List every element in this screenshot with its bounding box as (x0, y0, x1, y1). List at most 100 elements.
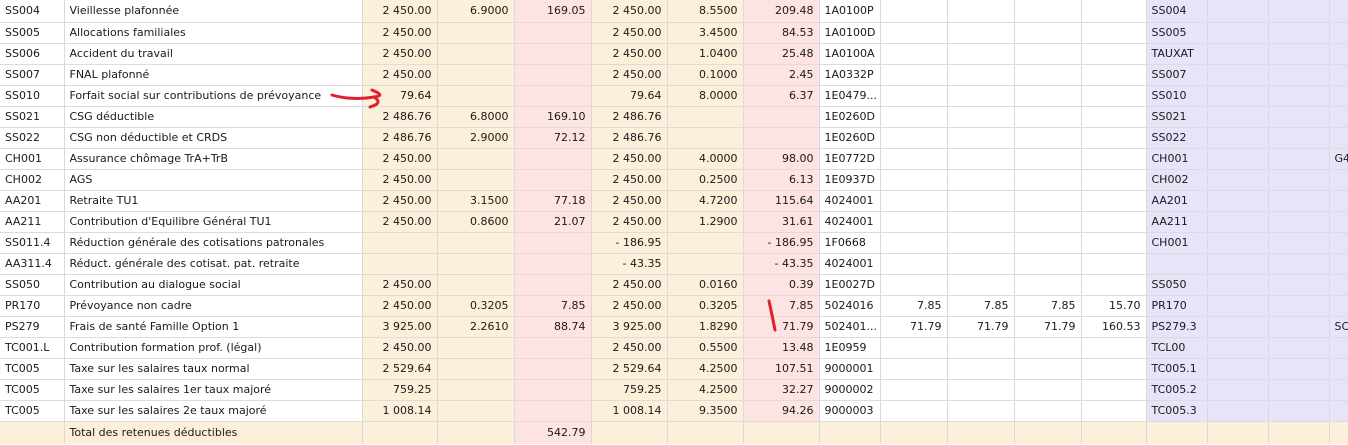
table-row[interactable]: SS022 CSG non déductible et CRDS 2 486.76 2… (0, 127, 1348, 149)
cell-taux1[interactable] (437, 274, 515, 296)
cell-mont1[interactable] (514, 274, 592, 296)
cell-base2[interactable]: 2 450.00 (591, 22, 668, 44)
cell-ref[interactable]: 4024001 (819, 253, 881, 275)
cell-ref[interactable]: 5024016 (819, 295, 881, 317)
cell-mont2[interactable]: 98.00 (743, 148, 820, 170)
cell-x3[interactable] (1014, 43, 1082, 65)
cell-r3[interactable]: SCONTC... (1329, 316, 1348, 338)
table-row[interactable]: SS011.4 Réduction générale des cotisation… (0, 232, 1348, 254)
cell-r2[interactable] (1268, 211, 1330, 233)
cell-label[interactable]: Taxe sur les salaires 1er taux majoré (64, 379, 363, 401)
cell-taux2[interactable] (667, 253, 744, 275)
cell-base2[interactable]: 2 486.76 (591, 106, 668, 128)
cell-mont1[interactable]: 7.85 (514, 295, 592, 317)
cell-base2[interactable]: 2 450.00 (591, 0, 668, 23)
cell-x4[interactable] (1081, 337, 1147, 359)
cell-r2[interactable] (1268, 337, 1330, 359)
cell-mont1[interactable] (514, 232, 592, 254)
cell-x2[interactable] (947, 232, 1015, 254)
cell-x2[interactable] (947, 127, 1015, 149)
cell-taux2[interactable] (667, 232, 744, 254)
table-row[interactable]: SS007 FNAL plafonné 2 450.00 2 450.00 0.1000… (0, 64, 1348, 86)
cell-x1[interactable] (880, 253, 948, 275)
cell-ref[interactable]: 1A0100P (819, 0, 881, 23)
cell-ref[interactable]: 502401... (819, 316, 881, 338)
cell-mont2[interactable] (743, 127, 820, 149)
cell-x3[interactable] (1014, 85, 1082, 107)
cell-base1[interactable]: 1 008.14 (362, 400, 438, 422)
cell-label[interactable]: Réduct. générale des cotisat. pat. retra… (64, 253, 363, 275)
cell-mont2[interactable]: 115.64 (743, 190, 820, 212)
cell[interactable] (1207, 274, 1269, 296)
cell-r1[interactable]: TC005.1 (1146, 358, 1208, 380)
cell-x1[interactable] (880, 211, 948, 233)
cell[interactable] (1207, 148, 1269, 170)
cell-mont2[interactable]: 107.51 (743, 358, 820, 380)
cell-base1[interactable]: 2 450.00 (362, 22, 438, 44)
cell-mont1[interactable] (514, 169, 592, 191)
cell-ref[interactable]: 1E0027D (819, 274, 881, 296)
cell-r3[interactable]: G47.10 (1329, 148, 1348, 170)
cell-x1[interactable] (880, 148, 948, 170)
cell-ref[interactable]: 1E0479... (819, 85, 881, 107)
cell-r2[interactable] (1268, 64, 1330, 86)
cell-taux1[interactable] (437, 43, 515, 65)
cell-x2[interactable] (947, 253, 1015, 275)
cell-taux2[interactable]: 4.2500 (667, 358, 744, 380)
cell-x2[interactable] (947, 43, 1015, 65)
cell-r2[interactable] (1268, 358, 1330, 380)
cell-r1[interactable]: SS010 (1146, 85, 1208, 107)
cell-x3[interactable] (1014, 64, 1082, 86)
cell-base1[interactable]: 2 450.00 (362, 295, 438, 317)
cell-ref[interactable]: 9000003 (819, 400, 881, 422)
cell-x3[interactable] (1014, 106, 1082, 128)
cell-x4[interactable] (1081, 148, 1147, 170)
cell-taux2[interactable]: 8.5500 (667, 0, 744, 23)
cell-x1[interactable] (880, 106, 948, 128)
table-row[interactable]: SS010 Forfait social sur contributions de… (0, 85, 1348, 107)
cell-r2[interactable] (1268, 379, 1330, 401)
cell-x4[interactable] (1081, 43, 1147, 65)
cell-mont1[interactable]: 88.74 (514, 316, 592, 338)
cell-base2[interactable]: 2 450.00 (591, 337, 668, 359)
cell[interactable] (1207, 295, 1269, 317)
cell-x2[interactable] (947, 64, 1015, 86)
cell-r1[interactable]: AA211 (1146, 211, 1208, 233)
cell-base1[interactable]: 2 450.00 (362, 0, 438, 23)
cell-base1[interactable]: 2 450.00 (362, 274, 438, 296)
cell-x4[interactable] (1081, 211, 1147, 233)
cell-mont2[interactable]: 0.39 (743, 274, 820, 296)
cell-base1[interactable]: 759.25 (362, 379, 438, 401)
cell-x1[interactable] (880, 43, 948, 65)
cell-code[interactable]: AA211 (0, 211, 65, 233)
cell-code[interactable]: PS279 (0, 316, 65, 338)
cell-x4[interactable] (1081, 400, 1147, 422)
cell-base1[interactable]: 2 529.64 (362, 358, 438, 380)
cell-r3[interactable] (1329, 358, 1348, 380)
cell-mont1[interactable]: 72.12 (514, 127, 592, 149)
cell-x2[interactable]: 71.79 (947, 316, 1015, 338)
cell-r3[interactable] (1329, 106, 1348, 128)
cell-x4[interactable] (1081, 379, 1147, 401)
cell-r3[interactable] (1329, 169, 1348, 191)
cell-base2[interactable]: 2 450.00 (591, 190, 668, 212)
cell-taux1[interactable] (437, 400, 515, 422)
table-row[interactable]: TC005 Taxe sur les salaires 2e taux major… (0, 400, 1348, 422)
cell-x4[interactable] (1081, 358, 1147, 380)
cell-label[interactable]: Vieillesse plafonnée (64, 0, 363, 23)
cell-x3[interactable] (1014, 127, 1082, 149)
cell-taux1[interactable] (437, 85, 515, 107)
cell-base1[interactable]: 2 486.76 (362, 127, 438, 149)
cell-label[interactable]: Taxe sur les salaires 2e taux majoré (64, 400, 363, 422)
cell-taux1[interactable]: 2.9000 (437, 127, 515, 149)
cell-x3[interactable] (1014, 253, 1082, 275)
cell-label[interactable]: FNAL plafonné (64, 64, 363, 86)
cell-base2[interactable]: 2 450.00 (591, 148, 668, 170)
cell-x2[interactable] (947, 169, 1015, 191)
cell-x1[interactable] (880, 400, 948, 422)
cell[interactable] (1207, 22, 1269, 44)
cell-r3[interactable] (1329, 400, 1348, 422)
cell-taux2[interactable]: 9.3500 (667, 400, 744, 422)
cell-x3[interactable] (1014, 148, 1082, 170)
cell-ref[interactable]: 4024001 (819, 190, 881, 212)
